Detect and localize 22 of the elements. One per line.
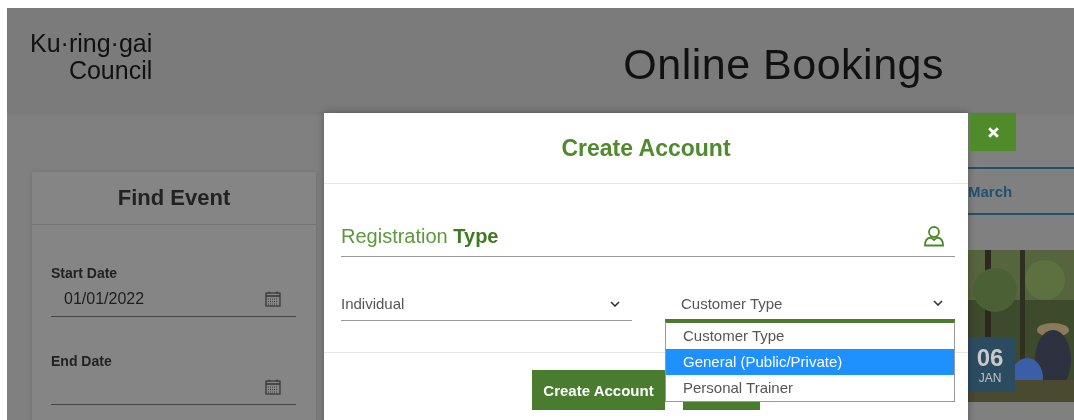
site-title: Online Bookings	[623, 40, 944, 89]
date-field[interactable]: 01/01/2022	[51, 281, 296, 317]
field-label: Start Date	[51, 265, 119, 281]
modal-title: Create Account	[561, 134, 731, 162]
calendar-icon	[265, 290, 281, 307]
dropdown-option[interactable]: Personal Trainer	[666, 375, 954, 401]
create-account-button[interactable]: Create Account	[532, 370, 665, 410]
badge-month: JAN	[978, 370, 1002, 385]
calendar-icon	[265, 378, 281, 395]
logo-text: Ku·ring·gai	[30, 30, 153, 57]
chevron-icon	[933, 300, 943, 306]
close-button[interactable]	[970, 113, 1016, 151]
card-title: Find Event	[117, 185, 231, 211]
section-title: Registration Type	[341, 224, 499, 248]
logo-text: Council	[68, 57, 153, 84]
user-icon	[923, 225, 945, 247]
close-icon	[986, 125, 1000, 139]
dropdown-option[interactable]: Customer Type	[666, 323, 954, 349]
select-field[interactable]: Individual	[341, 287, 632, 321]
chevron-icon	[610, 300, 620, 307]
badge-day: 06	[976, 344, 1004, 371]
field-label: End Date	[51, 353, 113, 369]
